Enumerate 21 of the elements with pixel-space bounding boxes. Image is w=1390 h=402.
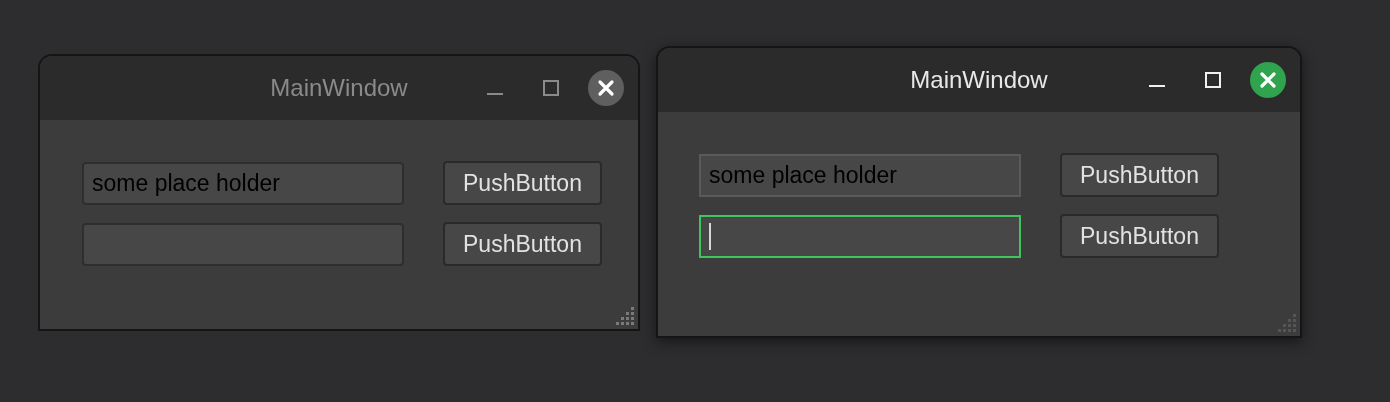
minimize-icon (1149, 85, 1165, 87)
push-button[interactable]: PushButton (443, 161, 602, 205)
maximize-icon (542, 79, 560, 97)
maximize-icon (1204, 71, 1222, 89)
window-title: MainWindow (910, 65, 1048, 95)
minimize-icon (487, 93, 503, 95)
push-button[interactable]: PushButton (1060, 153, 1219, 197)
push-button[interactable]: PushButton (443, 222, 602, 266)
text-field[interactable] (699, 214, 1021, 258)
close-button[interactable] (588, 70, 624, 106)
close-button[interactable] (1250, 62, 1286, 98)
close-icon (597, 79, 615, 97)
text-cursor (709, 222, 711, 250)
close-icon (1259, 71, 1277, 89)
resize-grip-icon[interactable] (614, 305, 636, 327)
text-field[interactable]: some place holder (699, 153, 1021, 197)
window-title: MainWindow (270, 73, 408, 103)
resize-grip-icon[interactable] (1276, 312, 1298, 334)
text-field[interactable] (82, 222, 404, 266)
text-field[interactable]: some place holder (82, 161, 404, 205)
push-button[interactable]: PushButton (1060, 214, 1219, 258)
